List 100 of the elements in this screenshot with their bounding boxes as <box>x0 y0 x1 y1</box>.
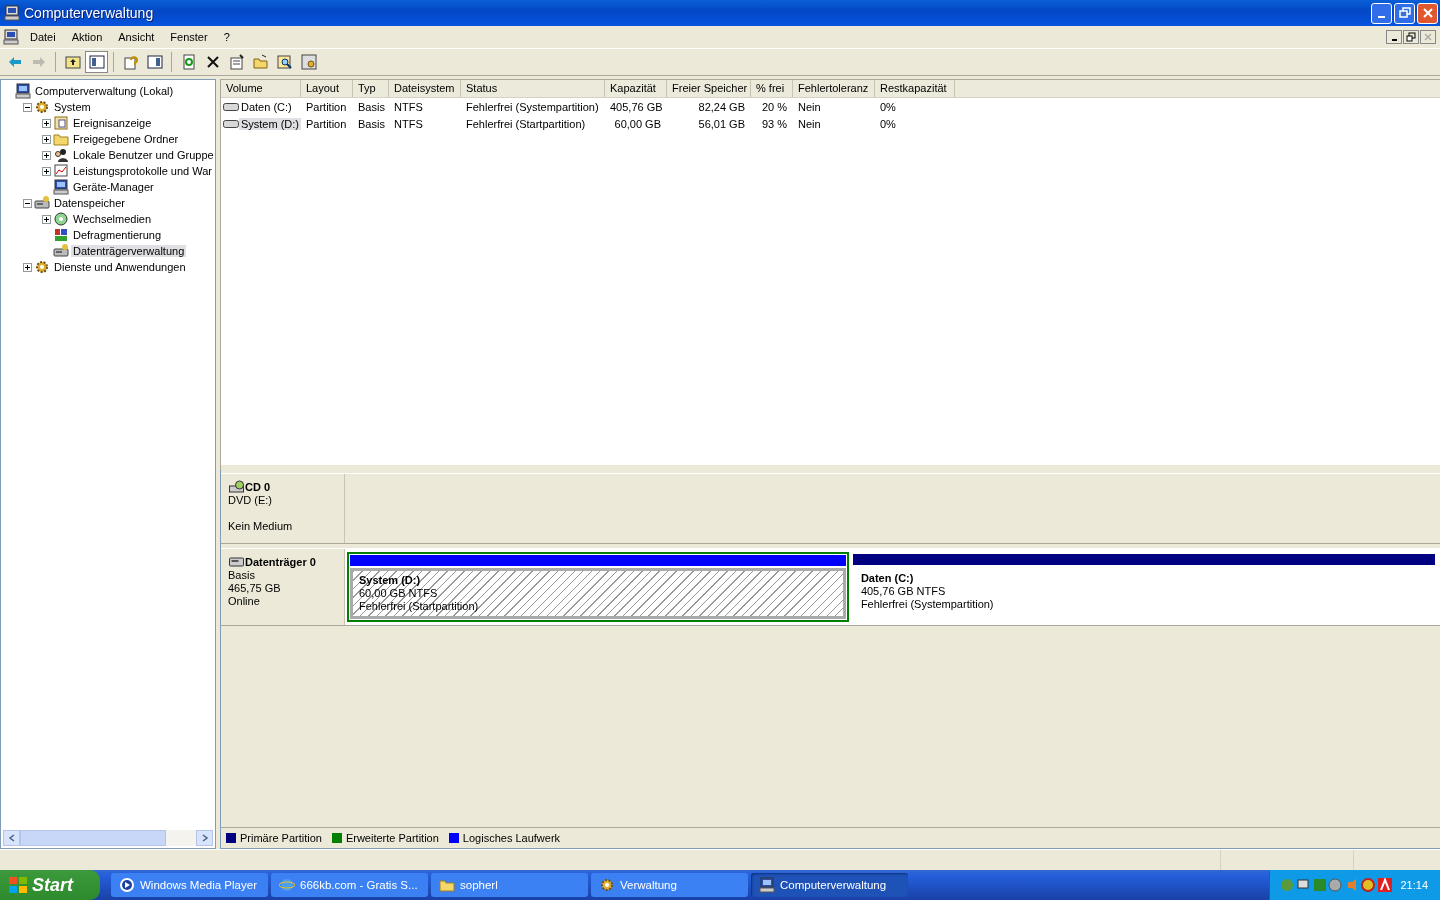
expand-icon[interactable] <box>42 134 51 144</box>
drive-icon <box>223 118 239 129</box>
collapse-icon[interactable] <box>23 102 32 112</box>
gear-icon <box>34 99 50 115</box>
properties-icon <box>228 54 245 70</box>
table-cell: NTFS <box>394 100 423 113</box>
column-header[interactable]: Typ <box>353 80 389 97</box>
cd-drive-icon <box>228 480 245 494</box>
refresh-icon <box>180 54 197 70</box>
column-header[interactable]: Status <box>461 80 605 97</box>
open-folder-icon <box>252 54 269 70</box>
search-icon <box>276 54 293 70</box>
column-header[interactable]: Volume <box>221 80 301 97</box>
users-icon <box>53 147 69 163</box>
expand-icon[interactable] <box>23 262 32 272</box>
table-cell-text: 82,24 GB <box>698 100 746 113</box>
menu-item[interactable]: ? <box>218 31 235 43</box>
close-icon <box>1423 32 1433 42</box>
help-icon <box>122 54 139 70</box>
legend-label: Primäre Partition <box>240 832 322 844</box>
gear-icon <box>34 259 50 275</box>
partition-size: 405,76 GB NTFS <box>860 585 947 598</box>
table-cell-text: 56,01 GB <box>698 117 746 130</box>
menu-item[interactable]: Datei <box>25 31 61 43</box>
computer-icon <box>53 179 69 195</box>
column-header[interactable]: Fehlertoleranz <box>793 80 875 97</box>
table-cell: 0% <box>880 100 896 113</box>
menu-item[interactable]: Ansicht <box>113 31 160 43</box>
table-cell: Nein <box>798 117 821 130</box>
column-header[interactable]: Restkapazität <box>875 80 955 97</box>
computer-icon <box>4 5 20 21</box>
tree-item[interactable]: System <box>52 101 93 113</box>
clock: 21:14 <box>1400 879 1428 891</box>
delete-icon <box>204 54 221 70</box>
column-header[interactable]: Freier Speicher <box>667 80 751 97</box>
table-cell[interactable]: System (D:) <box>238 117 301 130</box>
disk-drive-icon <box>34 195 50 211</box>
toolbar-button[interactable] <box>85 51 108 73</box>
window-title: Computerverwaltung <box>24 5 154 21</box>
table-cell-text: 20 % <box>761 100 788 113</box>
play-icon <box>119 877 135 893</box>
partition-status: Fehlerfrei (Systempartition) <box>860 598 995 611</box>
collapse-icon[interactable] <box>23 198 32 208</box>
table-cell[interactable]: Daten (C:) <box>239 100 294 113</box>
disk-name: CD 0 <box>245 480 271 494</box>
tree-item[interactable]: Leistungsprotokolle und War <box>71 165 214 177</box>
tree-item[interactable]: Datenspeicher <box>52 197 127 209</box>
partition-name: Daten (C:) <box>860 572 915 585</box>
table-cell-text: 405,76 GB <box>610 100 664 113</box>
disk-detail: 465,75 GB <box>228 582 282 595</box>
taskbar-button[interactable]: Verwaltung <box>591 873 748 897</box>
menu-item[interactable]: Fenster <box>165 31 213 43</box>
expand-icon[interactable] <box>42 166 51 176</box>
minimize-button[interactable] <box>1386 30 1402 44</box>
tree-item[interactable]: Dienste und Anwendungen <box>52 261 188 273</box>
defrag-icon <box>53 227 69 243</box>
panel-icon <box>88 54 105 70</box>
tree-item[interactable]: Freigegebene Ordner <box>71 133 181 145</box>
taskbar-button[interactable]: sopherl <box>431 873 588 897</box>
disk-detail: Kein Medium <box>228 520 294 533</box>
table-cell-text: 93 % <box>761 117 788 130</box>
folder-icon <box>439 877 455 893</box>
tree-item[interactable]: Datenträgerverwaltung <box>71 245 187 257</box>
tree-item[interactable]: Lokale Benutzer und Gruppe <box>71 149 215 161</box>
partition-size: 60,00 GB NTFS <box>359 587 439 600</box>
horizontal-scrollbar[interactable] <box>3 830 213 846</box>
restore-icon <box>1398 7 1411 19</box>
table-cell: Fehlerfrei (Systempartition) <box>466 100 599 113</box>
windows-flag-icon <box>8 875 28 895</box>
column-header[interactable]: Kapazität <box>605 80 667 97</box>
forward-arrow-icon <box>30 54 47 70</box>
globe-icon <box>279 877 295 893</box>
tree-item[interactable]: Defragmentierung <box>71 229 164 241</box>
column-header[interactable]: Dateisystem <box>389 80 461 97</box>
minimize-icon <box>1378 16 1385 18</box>
expand-icon[interactable] <box>42 214 51 224</box>
menu-item[interactable]: Aktion <box>66 31 108 43</box>
expand-icon[interactable] <box>42 118 51 128</box>
restore-button[interactable] <box>1403 30 1419 44</box>
tree-item[interactable]: Computerverwaltung (Lokal) <box>33 85 176 97</box>
disk-drive-icon <box>228 555 245 569</box>
taskbar-button[interactable]: 666kb.com - Gratis S... <box>271 873 428 897</box>
tree-item[interactable]: Wechselmedien <box>71 213 154 225</box>
computer-icon <box>3 29 19 45</box>
taskbar-button[interactable]: Computerverwaltung <box>751 873 908 897</box>
table-cell: Nein <box>798 100 821 113</box>
partition-block[interactable]: System (D:) 60,00 GB NTFS Fehlerfrei (Startpartition) <box>347 552 849 622</box>
table-cell: Basis <box>358 117 385 130</box>
table-cell: Fehlerfrei (Startpartition) <box>466 117 586 130</box>
partition-status: Fehlerfrei (Startpartition) <box>359 600 480 613</box>
start-button[interactable]: Start <box>0 870 100 900</box>
chart-icon <box>53 163 69 179</box>
table-cell: 0% <box>880 117 896 130</box>
settings-icon <box>300 54 317 70</box>
expand-icon[interactable] <box>42 150 51 160</box>
column-header[interactable]: Layout <box>301 80 353 97</box>
tree-item[interactable]: Geräte-Manager <box>71 181 156 193</box>
tree-item[interactable]: Ereignisanzeige <box>71 117 154 129</box>
column-header[interactable]: % frei <box>751 80 793 97</box>
taskbar-button[interactable]: Windows Media Player <box>111 873 268 897</box>
